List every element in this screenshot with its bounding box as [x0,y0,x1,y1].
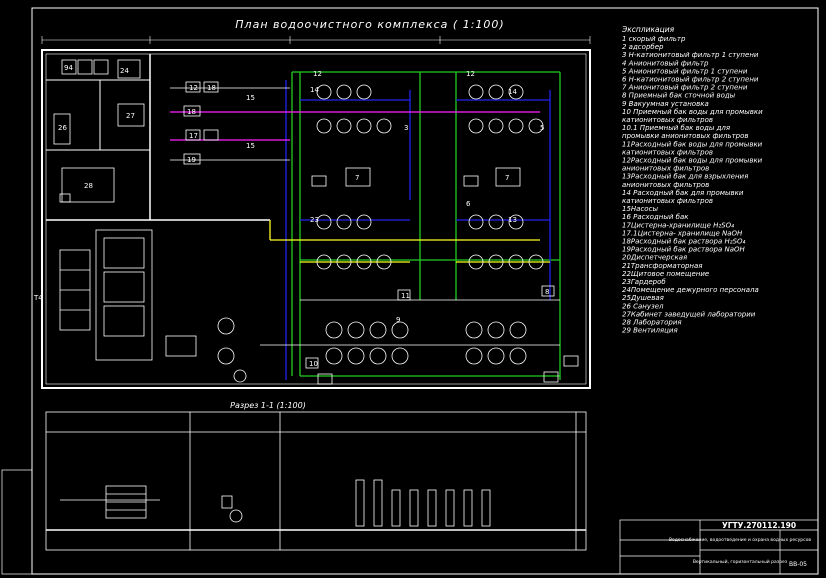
left-marker-label: Т4 [33,294,43,302]
pump-label-15b: 15 [246,142,255,150]
legend-item: 28 Лаборатория [622,319,682,327]
label-7b: 7 [505,174,509,182]
room-label-26: 26 [58,124,67,132]
legend-item: 12Расходный бак воды для промывки анионит… [622,157,763,173]
room-label-27: 27 [126,112,135,120]
legend-item: 8 Приемный бак сточной воды [622,92,736,100]
section-elevation [45,411,587,551]
legend-item: 9 Вакуумная установка [622,100,709,108]
legend: Экспликация 1 скорый фильтр2 адсорбер3 Н… [621,25,763,335]
legend-item: 21Трансформаторная [622,262,703,270]
legend-item: 10 Приемный бак воды для промывки катиони… [622,108,763,124]
legend-item: 20Диспетчерская [622,254,687,262]
legend-item: 7 Анионитовый фильтр 2 ступени [622,84,748,92]
label-12b: 12 [466,70,475,78]
label-12a: 12 [313,70,322,78]
label-7a: 7 [355,174,359,182]
legend-item: 2 адсорбер [622,43,664,51]
legend-item: 19Расходный бак раствора NaOH [622,246,746,254]
legend-item: 18Расходный бак раствора H₂SO₄ [622,238,746,246]
valve-label-18b: 18 [207,84,216,92]
legend-item: 11Расходный бак воды для промывки катиони… [622,140,763,156]
room-label-28: 28 [84,182,93,190]
legend-item: 27Кабинет заведущей лаборатории [622,310,756,318]
reagent-rack [59,229,247,383]
legend-item: 1 скорый фильтр [622,35,686,43]
label-11: 11 [401,292,410,300]
label-5: 5 [540,124,544,132]
legend-item: 23Гардероб [622,278,666,286]
label-9: 9 [396,316,400,324]
stamp-code: УГТУ.270112.190 [722,521,796,530]
drawing-canvas: План водоочистного комплекса ( 1:100) 24… [1,7,819,575]
valve-label-19: 19 [187,156,196,164]
valve-label-18a: 18 [187,108,196,116]
label-14b: 14 [508,88,517,96]
filter-bank-bottom [305,285,579,385]
legend-item: 5 Анионитовый фильтр 1 ступени [622,67,748,75]
pump-label-12: 12 [189,84,198,92]
label-8: 8 [545,288,549,296]
stamp-sheet: ВВ-05 [789,561,807,568]
legend-item: 26 Санузел [622,302,664,310]
legend-item: 17.1Цистерна- хранилище NaOH [622,229,743,237]
side-stamp [1,469,33,575]
stamp-desc: Водоснабжение, водоотведение и охрана во… [669,537,811,543]
room-label-94: 94 [64,64,73,72]
legend-item: 25Душевая [622,294,664,302]
legend-heading: Экспликация [621,25,675,34]
legend-item: 10.1 Приемный бак воды для промывки анион… [622,124,749,140]
label-13: 13 [508,216,517,224]
legend-item: 22Щитовое помещение [622,270,709,278]
label-14a: 14 [310,86,319,94]
room-label-24: 24 [120,67,129,75]
legend-items: 1 скорый фильтр2 адсорбер3 Н-катионитовы… [622,35,763,335]
legend-item: 24Помещение дежурного персонала [622,286,759,294]
legend-item: 14 Расходный бак для промывки катионитовы… [622,189,744,205]
rooms [53,59,145,203]
pump-label-17: 17 [189,132,198,140]
legend-item: 29 Вентиляция [622,327,678,335]
label-6: 6 [466,200,471,208]
legend-item: 17Цистерна-хранилище H₂SO₄ [622,221,734,229]
inlet-valves [183,81,219,165]
section-title: Разрез 1-1 (1:100) [230,401,306,410]
filter-bank-lower-left [316,214,392,270]
filter-bank-lower-right [468,214,544,270]
left-marker: Т4 [33,294,43,302]
stamp-view: Вертикальный, горизонтальный разрез [693,558,788,565]
legend-item: 6 Н-катионитовый фильтр 2 ступени [622,76,759,84]
legend-item: 3 Н-катионитовый фильтр 1 ступени [622,51,759,59]
label-10: 10 [309,360,318,368]
legend-item: 16 Расходный бак [622,213,689,221]
label-23: 23 [310,216,319,224]
pump-label-15a: 15 [246,94,255,102]
drawing-title: План водоочистного комплекса ( 1:100) [235,18,504,31]
label-3: 3 [404,124,408,132]
legend-item: 4 Анионитовый фильтр [622,59,709,67]
legend-item: 15Насосы [622,205,658,213]
legend-item: 13Расходный бак для взрыхления анионитовы… [622,173,748,189]
